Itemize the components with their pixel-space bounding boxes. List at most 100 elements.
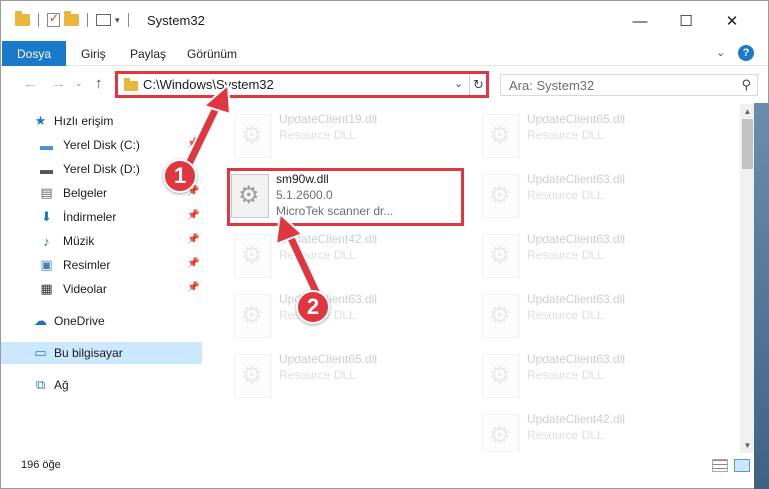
drive-icon: ▬ [40, 161, 53, 177]
tab-share[interactable]: Paylaş [130, 41, 166, 66]
large-icons-view-icon[interactable] [734, 459, 750, 472]
dll-file-icon [231, 174, 269, 218]
dll-file-icon [482, 354, 520, 398]
pin-icon[interactable]: 📌 [187, 210, 199, 221]
dll-file-icon [234, 114, 272, 158]
scrollbar-thumb[interactable] [742, 119, 753, 169]
navigation-bar: ← → ⌄ ↑ C:\Windows\System32 ⌄ ↻ Ara: Sys… [1, 67, 768, 103]
chevron-down-icon[interactable]: ⌄ [454, 77, 463, 90]
title-bar: ▾ System32 — ☐ ✕ [1, 1, 768, 41]
chevron-down-icon[interactable]: ▾ [115, 15, 120, 26]
file-name: sm90w.dll [276, 172, 329, 186]
ribbon-tabs: Dosya Giriş Paylaş Görünüm ⌄ ? [1, 41, 768, 66]
sidebar-item-label: Hızlı erişim [54, 114, 114, 128]
scroll-down-icon[interactable]: ▼ [740, 438, 755, 453]
network-icon: ⧉ [35, 377, 46, 392]
file-type: Resource DLL [279, 248, 356, 262]
forward-arrow-icon[interactable]: → [51, 75, 66, 92]
file-name: UpdateClient63.dll [527, 292, 626, 306]
dll-file-icon [482, 114, 520, 158]
search-placeholder: Ara: System32 [509, 78, 595, 93]
explorer-window: ▾ System32 — ☐ ✕ Dosya Giriş Paylaş Görü… [0, 0, 769, 489]
file-type: Resource DLL [527, 368, 604, 382]
refresh-icon[interactable]: ↻ [469, 74, 487, 95]
list-item[interactable]: UpdateClient63.dll Resource DLL [478, 228, 708, 284]
item-count: 196 öğe [21, 459, 61, 471]
status-bar: 196 öğe [1, 453, 768, 477]
toolbar-separator [38, 13, 39, 27]
toolbar-separator [87, 13, 88, 27]
pin-icon[interactable]: 📌 [187, 258, 199, 269]
maximize-button[interactable]: ☐ [671, 9, 701, 33]
downloads-icon: ⬇ [41, 209, 52, 224]
file-description: MicroTek scanner dr... [276, 204, 394, 218]
search-icon[interactable]: ⚲ [741, 77, 751, 93]
scroll-up-icon[interactable]: ▲ [740, 104, 755, 119]
documents-icon: ▤ [40, 185, 53, 200]
tab-home[interactable]: Giriş [81, 41, 106, 66]
address-bar[interactable]: C:\Windows\System32 ⌄ ↻ [115, 71, 489, 98]
details-view-icon[interactable] [712, 459, 728, 472]
toolbar-separator [127, 13, 129, 27]
list-item[interactable]: UpdateClient63.dll Resource DLL [478, 288, 708, 344]
file-type: Resource DLL [527, 248, 604, 262]
list-item[interactable]: UpdateClient19.dll Resource DLL [230, 108, 460, 164]
file-type: Resource DLL [279, 128, 356, 142]
file-type: Resource DLL [527, 308, 604, 322]
list-item[interactable]: UpdateClient42.dll Resource DLL [230, 228, 460, 284]
sidebar-item-label: Belgeler [63, 186, 108, 200]
list-item[interactable]: UpdateClient42.dll Resource DLL [478, 408, 708, 452]
minimize-button[interactable]: — [625, 9, 655, 33]
expand-ribbon-icon[interactable]: ⌄ [716, 46, 725, 59]
list-item[interactable]: UpdateClient65.dll Resource DLL [478, 108, 708, 164]
sidebar-item-label: Yerel Disk (C:) [63, 138, 140, 152]
sidebar-item-music[interactable]: ♪ Müzik 📌 [1, 230, 202, 252]
dll-file-icon [234, 354, 272, 398]
up-arrow-icon[interactable]: ↑ [95, 75, 103, 92]
music-icon: ♪ [43, 233, 50, 249]
address-path[interactable]: C:\Windows\System32 [143, 77, 274, 92]
pin-icon[interactable]: 📌 [187, 234, 199, 245]
close-button[interactable]: ✕ [717, 9, 747, 33]
dll-file-icon [482, 234, 520, 278]
sidebar-item-label: OneDrive [54, 314, 105, 328]
sidebar-item-pictures[interactable]: ▣ Resimler 📌 [1, 254, 202, 276]
sidebar-item-label: Ağ [54, 378, 69, 392]
pin-icon[interactable]: 📌 [187, 282, 199, 293]
search-input[interactable]: Ara: System32 ⚲ [500, 74, 758, 96]
cloud-icon: ☁ [34, 313, 47, 328]
back-arrow-icon[interactable]: ← [23, 75, 38, 92]
folder-icon [15, 11, 30, 26]
list-item[interactable]: UpdateClient63.dll Resource DLL [478, 168, 708, 224]
sidebar-item-label: Müzik [63, 234, 95, 248]
recent-locations-icon[interactable]: ⌄ [75, 78, 83, 89]
file-list: UpdateClient19.dll Resource DLL sm90w.dl… [202, 104, 740, 453]
sidebar-item-this-pc[interactable]: ▭ Bu bilgisayar [1, 342, 202, 364]
file-name: UpdateClient19.dll [279, 112, 378, 126]
pictures-icon: ▣ [40, 257, 53, 272]
sidebar-item-quick-access[interactable]: ★ Hızlı erişim [1, 110, 202, 132]
list-item[interactable]: UpdateClient63.dll Resource DLL [230, 288, 460, 344]
annotation-step-2: 2 [296, 290, 330, 324]
sidebar-item-drive-c[interactable]: ▬ Yerel Disk (C:) 📌 [1, 134, 202, 156]
sidebar-item-onedrive[interactable]: ☁ OneDrive [1, 310, 202, 332]
sidebar-item-downloads[interactable]: ⬇ İndirmeler 📌 [1, 206, 202, 228]
videos-icon: ▦ [40, 281, 53, 296]
customize-toolbar-icon[interactable] [96, 14, 111, 26]
pin-icon[interactable]: 📌 [187, 138, 199, 149]
new-folder-icon[interactable] [64, 11, 79, 26]
vertical-scrollbar[interactable]: ▲ ▼ [740, 104, 755, 453]
list-item[interactable]: UpdateClient63.dll Resource DLL [478, 348, 708, 404]
star-icon: ★ [34, 113, 47, 128]
tab-file[interactable]: Dosya [2, 41, 66, 66]
list-item-sm90w[interactable]: sm90w.dll 5.1.2600.0 MicroTek scanner dr… [227, 168, 464, 226]
computer-icon: ▭ [34, 345, 47, 360]
sidebar-item-videos[interactable]: ▦ Videolar 📌 [1, 278, 202, 300]
sidebar-item-network[interactable]: ⧉ Ağ [1, 374, 202, 396]
dll-file-icon [482, 414, 520, 452]
tab-view[interactable]: Görünüm [187, 41, 237, 66]
help-icon[interactable]: ? [738, 45, 754, 61]
navigation-pane: ★ Hızlı erişim ▬ Yerel Disk (C:) 📌 ▬ Yer… [1, 104, 202, 453]
properties-check-icon[interactable] [47, 11, 60, 27]
list-item[interactable]: UpdateClient65.dll Resource DLL [230, 348, 460, 404]
